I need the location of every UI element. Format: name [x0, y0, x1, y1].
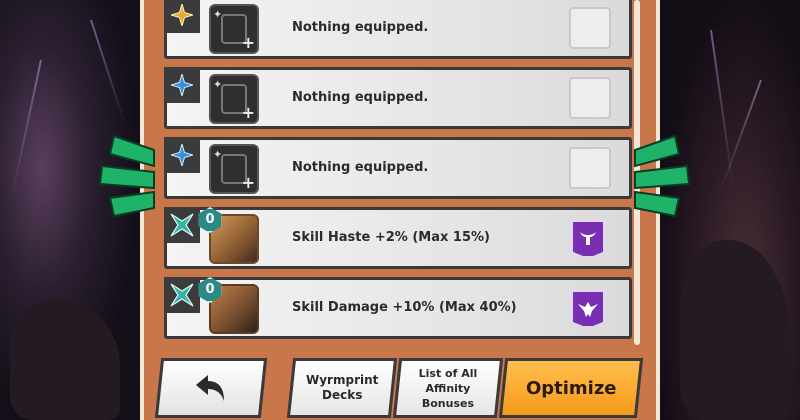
- wyrmprint-slot[interactable]: ✖ 0 Skill Damage +10% (Max 40%): [164, 277, 632, 339]
- back-button[interactable]: [154, 358, 268, 418]
- add-icon: +: [241, 173, 255, 192]
- teal-crossed-icon: [164, 207, 200, 243]
- ability-placeholder: [569, 77, 611, 119]
- slot-label: Nothing equipped.: [292, 160, 429, 175]
- ability-placeholder: [569, 7, 611, 49]
- bonus-label-line1: List of All: [418, 366, 478, 380]
- wyrmprint-panel: ✦ + Nothing equipped. ✦ + Nothing equipp…: [140, 0, 660, 420]
- decks-label-line1: Wyrmprint: [305, 373, 379, 387]
- wyrmprint-slot-list: ✦ + Nothing equipped. ✦ + Nothing equipp…: [164, 0, 632, 350]
- slot-label: Nothing equipped.: [292, 90, 429, 105]
- wyrmprint-slot[interactable]: ✦ + Nothing equipped.: [164, 137, 632, 199]
- decks-label-line2: Decks: [321, 388, 363, 402]
- optimize-button[interactable]: Optimize: [498, 358, 644, 418]
- slot-label: Skill Haste +2% (Max 15%): [292, 230, 490, 245]
- bonus-label-line2: Affinity Bonuses: [421, 381, 475, 410]
- previous-page-tab-icon[interactable]: [96, 132, 156, 224]
- bull-emblem-icon[interactable]: [571, 220, 605, 258]
- add-icon: +: [241, 103, 255, 122]
- wyrmprint-slot[interactable]: ✦ + Nothing equipped.: [164, 0, 632, 59]
- ability-placeholder: [569, 147, 611, 189]
- blue-star-icon: [164, 67, 200, 103]
- wyrmprint-slot[interactable]: ✖ 0 Skill Haste +2% (Max 15%): [164, 207, 632, 269]
- empty-slot-thumbnail[interactable]: ✦ +: [209, 74, 259, 124]
- add-icon: +: [241, 33, 255, 52]
- affinity-bonuses-button[interactable]: List of All Affinity Bonuses: [392, 358, 504, 418]
- wyrmprint-decks-button[interactable]: Wyrmprint Decks: [286, 358, 398, 418]
- slot-label: Nothing equipped.: [292, 20, 429, 35]
- slot-label: Skill Damage +10% (Max 40%): [292, 300, 517, 315]
- optimize-label: Optimize: [525, 377, 617, 399]
- next-page-tab-icon[interactable]: [633, 132, 693, 224]
- wyrmprint-slot[interactable]: ✦ + Nothing equipped.: [164, 67, 632, 129]
- back-arrow-icon: [196, 375, 224, 401]
- gold-star-icon: [164, 0, 200, 33]
- teal-crossed-icon: [164, 277, 200, 313]
- empty-slot-thumbnail[interactable]: ✦ +: [209, 144, 259, 194]
- blue-star-icon: [164, 137, 200, 173]
- eagle-emblem-icon[interactable]: [571, 290, 605, 328]
- empty-slot-thumbnail[interactable]: ✦ +: [209, 4, 259, 54]
